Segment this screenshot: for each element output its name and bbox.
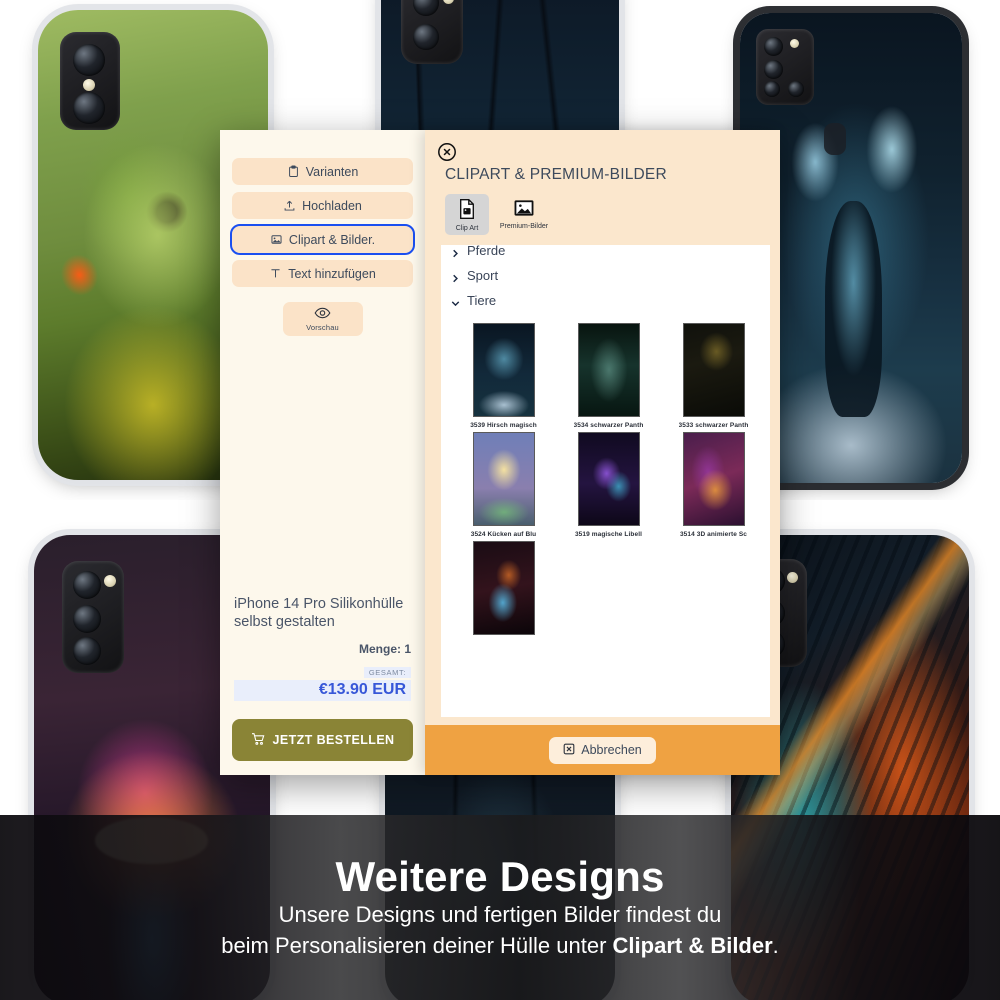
clipart-thumbnail[interactable] <box>577 323 640 417</box>
banner-line-2-highlight: Clipart & Bilder <box>612 932 773 958</box>
preview-label: Vorschau <box>306 322 339 332</box>
category-list[interactable]: Pferde Sport Tiere 3539 Hirsch magisch 3… <box>441 245 770 717</box>
clipart-item[interactable] <box>453 541 554 635</box>
tool-label: Varianten <box>305 164 359 179</box>
tool-button-hochladen[interactable]: Hochladen <box>232 192 413 219</box>
tool-button-varianten[interactable]: Varianten <box>232 158 413 185</box>
chevron-right-icon <box>451 246 460 258</box>
clipart-item[interactable]: 3539 Hirsch magisch <box>453 323 554 429</box>
tab-premium-bilder[interactable]: Premium-Bilder <box>495 194 553 235</box>
camera-module <box>59 32 120 130</box>
promo-banner: Weitere Designs Unsere Designs und ferti… <box>0 815 1000 1000</box>
clipart-item[interactable]: 3533 schwarzer Panth <box>663 323 764 429</box>
camera-module <box>400 0 463 64</box>
category-label: Sport <box>467 268 499 283</box>
order-button-label: JETZT BESTELLEN <box>272 733 395 747</box>
banner-title: Weitere Designs <box>335 852 665 900</box>
clipart-thumbnail[interactable] <box>682 432 745 526</box>
camera-module <box>61 561 124 673</box>
tab-label: Premium-Bilder <box>499 223 549 230</box>
configurator-sidebar: Varianten Hochladen Clipart & Bilder. Te… <box>220 130 425 775</box>
text-icon <box>269 267 282 280</box>
product-title: iPhone 14 Pro Silikonhülle selbst gestal… <box>234 595 404 631</box>
total-label: GESAMT: <box>363 667 411 678</box>
category-row-tiere[interactable]: Tiere <box>451 288 770 313</box>
order-now-button[interactable]: JETZT BESTELLEN <box>232 719 413 761</box>
chevron-down-icon <box>451 296 460 307</box>
photo-icon <box>513 198 535 221</box>
image-icon <box>270 233 283 246</box>
product-summary: iPhone 14 Pro Silikonhülle selbst gestal… <box>232 595 413 709</box>
tool-button-text-hinzufuegen[interactable]: Text hinzufügen <box>232 260 413 287</box>
file-image-icon <box>458 198 476 223</box>
clipart-type-tabs: Clip Art Premium-Bilder <box>425 184 780 245</box>
chevron-right-icon <box>451 271 460 283</box>
tab-clip-art[interactable]: Clip Art <box>445 194 489 235</box>
category-label: Tiere <box>467 293 497 308</box>
clipart-thumbnail[interactable] <box>472 541 535 635</box>
clipart-caption: 3524 Kücken auf Blu <box>470 531 537 538</box>
tool-label: Hochladen <box>302 198 362 213</box>
tab-label: Clip Art <box>455 225 479 232</box>
product-quantity: Menge: 1 <box>358 642 411 656</box>
banner-line-2-suffix: . <box>772 932 779 958</box>
clipart-item[interactable]: 3519 magische Libell <box>558 432 659 538</box>
modal-title: CLIPART & PREMIUM-BILDER <box>445 166 667 183</box>
clipart-caption: 3533 schwarzer Panth <box>678 422 749 429</box>
camera-module <box>756 29 815 105</box>
cancel-button[interactable]: Abbrechen <box>549 736 656 764</box>
cancel-button-label: Abbrechen <box>581 743 642 757</box>
close-circle-icon[interactable] <box>437 142 457 162</box>
clipart-item[interactable]: 3524 Kücken auf Blu <box>453 432 554 538</box>
total-value: €13.90 EUR <box>234 680 411 701</box>
banner-line-1: Unsere Designs und fertigen Bilder finde… <box>278 901 722 927</box>
product-configurator-dialog: Varianten Hochladen Clipart & Bilder. Te… <box>220 130 780 775</box>
clipart-thumbnail[interactable] <box>472 323 535 417</box>
upload-icon <box>283 199 296 212</box>
clipart-thumbnail[interactable] <box>682 323 745 417</box>
clipart-caption: 3539 Hirsch magisch <box>470 422 537 429</box>
cart-icon <box>251 732 266 749</box>
fingerprint-sensor <box>824 123 847 155</box>
category-label: Pferde <box>467 245 506 258</box>
clipart-caption: 3519 magische Libell <box>574 531 643 538</box>
clipart-item[interactable]: 3514 3D animierte Sc <box>663 432 764 538</box>
eye-icon <box>314 307 331 322</box>
clipart-thumbnail-grid: 3539 Hirsch magisch 3534 schwarzer Panth… <box>451 313 770 635</box>
clipart-thumbnail[interactable] <box>472 432 535 526</box>
clipart-item[interactable]: 3534 schwarzer Panth <box>558 323 659 429</box>
clipart-modal: CLIPART & PREMIUM-BILDER Clip Art Premiu… <box>425 130 780 775</box>
tool-label: Clipart & Bilder. <box>288 232 376 247</box>
category-row-sport[interactable]: Sport <box>451 263 770 288</box>
tool-button-clipart-bilder[interactable]: Clipart & Bilder. <box>230 224 415 255</box>
cancel-box-icon <box>563 743 575 758</box>
tool-label: Text hinzufügen <box>288 266 376 281</box>
preview-button[interactable]: Vorschau <box>282 302 363 336</box>
banner-line-2: beim Personalisieren deiner Hülle unter … <box>221 932 779 961</box>
category-row-pferde[interactable]: Pferde <box>451 245 770 263</box>
clipboard-icon <box>287 165 300 178</box>
banner-line-2-prefix: beim Personalisieren deiner Hülle unter <box>221 932 613 958</box>
modal-footer: Abbrechen <box>425 725 780 775</box>
clipart-caption: 3534 schwarzer Panth <box>573 422 644 429</box>
clipart-thumbnail[interactable] <box>577 432 640 526</box>
clipart-caption: 3514 3D animierte Sc <box>679 531 748 538</box>
product-total: GESAMT: €13.90 EUR <box>234 662 411 701</box>
